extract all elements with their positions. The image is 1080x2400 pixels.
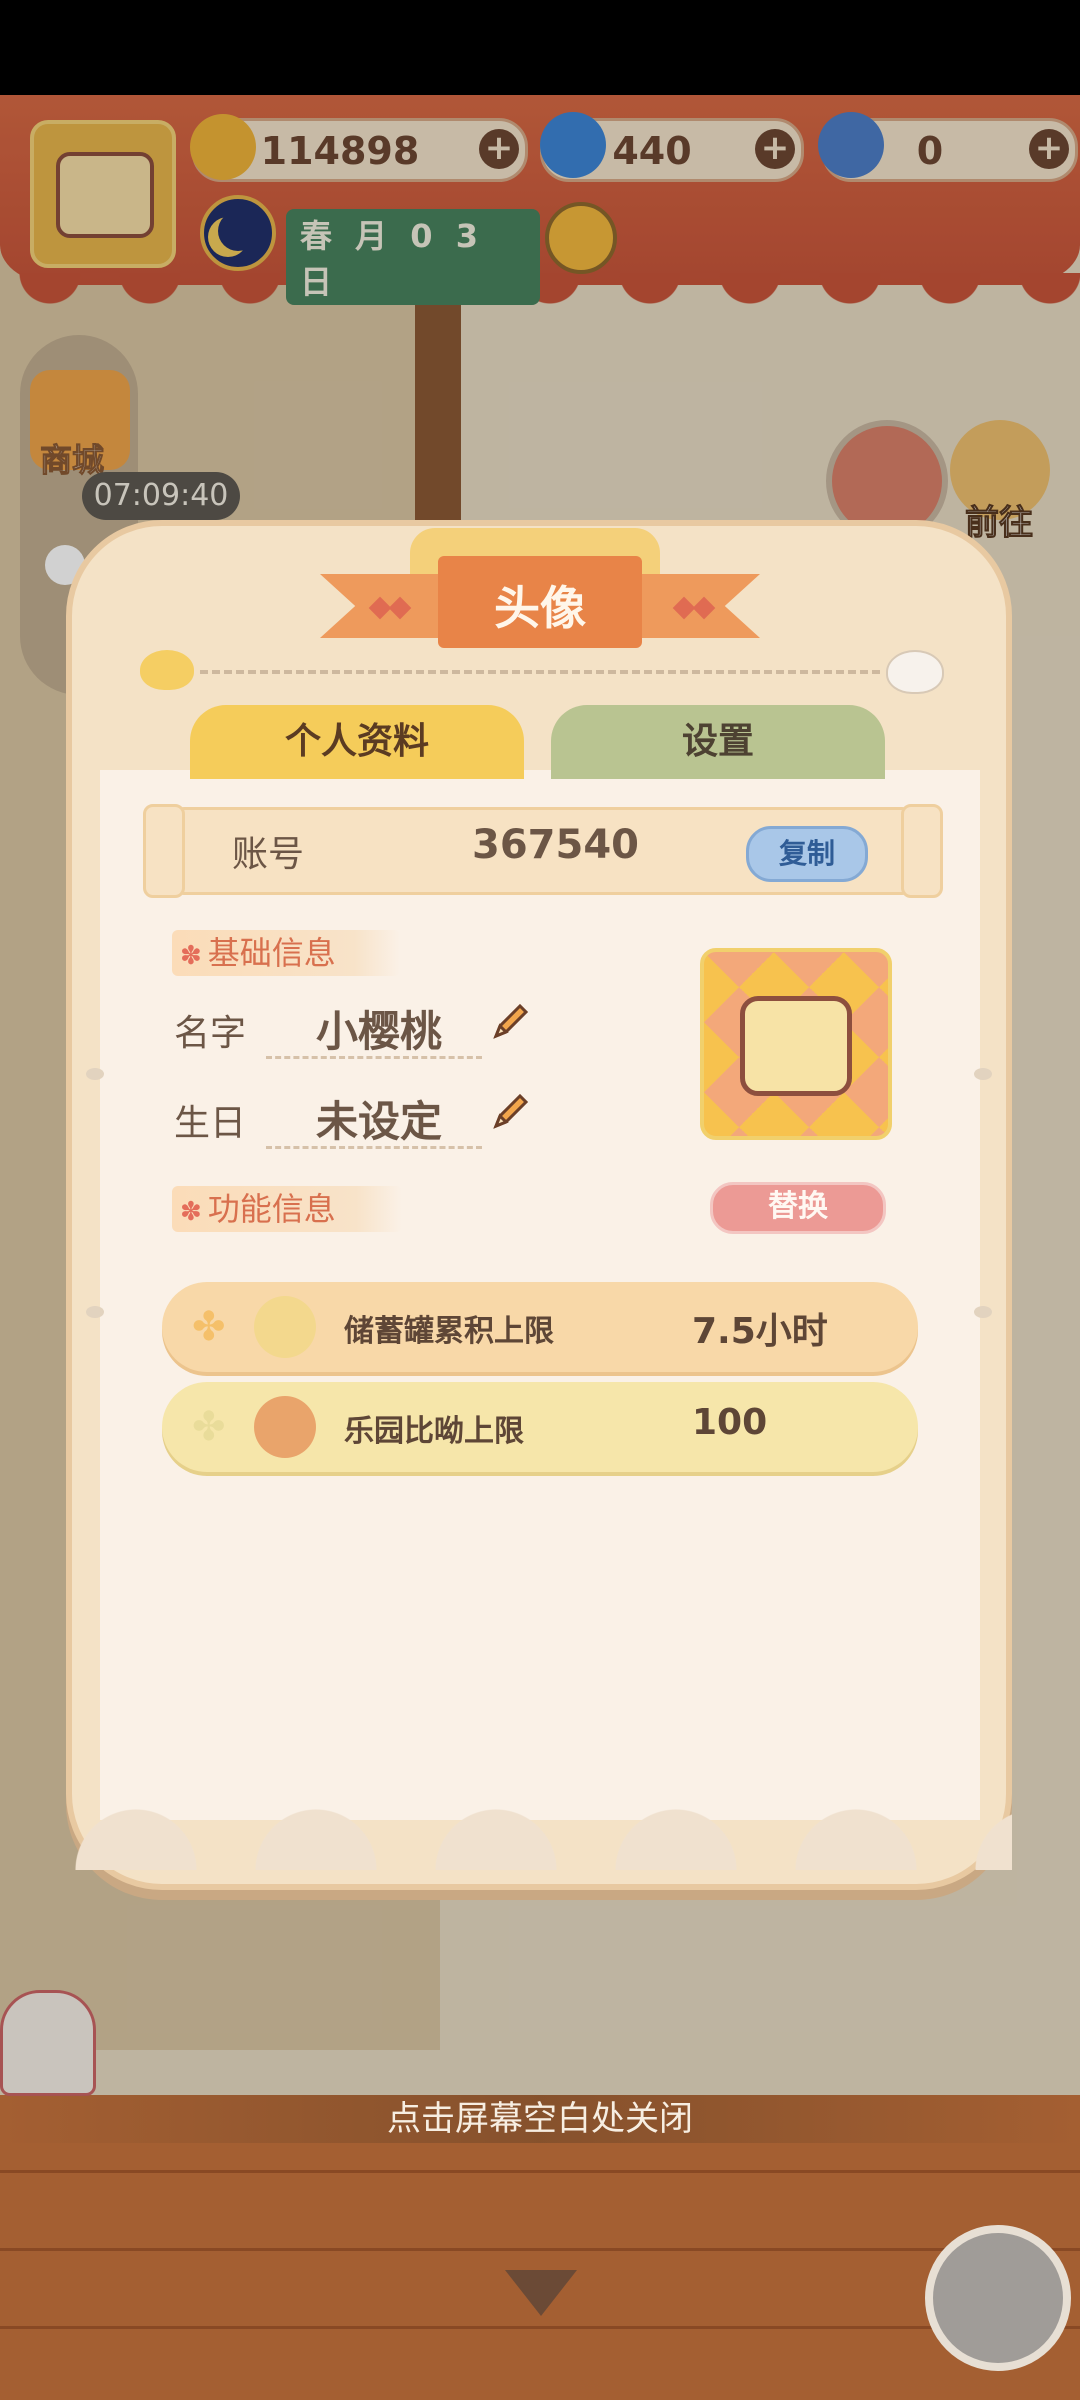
feature-value: 7.5小时 bbox=[692, 1311, 828, 1352]
side-dot bbox=[86, 1068, 104, 1080]
clover-icon: ✤ bbox=[192, 1304, 226, 1350]
feature-row-piggy-bank: ✤ 储蓄罐累积上限 7.5小时 bbox=[162, 1282, 918, 1372]
avatar-preview bbox=[700, 948, 892, 1140]
account-label: 账号 bbox=[232, 834, 305, 875]
edit-name-pencil-icon[interactable] bbox=[488, 1000, 532, 1044]
close-hint[interactable]: 点击屏幕空白处关闭 bbox=[0, 2095, 1080, 2143]
dialog-bottom-wave bbox=[66, 1760, 1012, 1870]
dialog-title: 头像 bbox=[494, 581, 586, 635]
yellow-chick-icon bbox=[140, 650, 194, 690]
clover-icon: ✤ bbox=[192, 1404, 226, 1450]
tab-profile[interactable]: 个人资料 bbox=[190, 705, 524, 779]
birthday-label: 生日 bbox=[174, 1103, 247, 1144]
cat-pair-icon bbox=[254, 1396, 316, 1458]
tab-settings[interactable]: 设置 bbox=[551, 705, 885, 779]
copy-button[interactable]: 复制 bbox=[746, 826, 868, 882]
feature-row-park: ✤ 乐园比呦上限 100 bbox=[162, 1382, 918, 1472]
feature-info-header: ✽ 功能信息 bbox=[172, 1186, 402, 1232]
name-label: 名字 bbox=[174, 1013, 247, 1054]
feature-info-title: 功能信息 bbox=[207, 1190, 336, 1228]
white-chick-icon bbox=[886, 650, 944, 694]
edit-birthday-pencil-icon[interactable] bbox=[488, 1090, 532, 1134]
yarn-ball-icon[interactable] bbox=[925, 2225, 1071, 2371]
basic-info-header: ✽ 基础信息 bbox=[172, 930, 400, 976]
piggy-bank-cow-icon bbox=[254, 1296, 316, 1358]
feature-value: 100 bbox=[692, 1402, 768, 1443]
account-id: 367540 bbox=[472, 822, 639, 868]
birthday-underline bbox=[266, 1146, 482, 1149]
side-dot bbox=[974, 1306, 992, 1318]
basic-info-title: 基础信息 bbox=[207, 934, 336, 972]
collapse-arrow-icon[interactable] bbox=[505, 2270, 577, 2316]
cat-avatar-icon bbox=[740, 996, 852, 1096]
divider bbox=[200, 670, 880, 674]
swap-avatar-button[interactable]: 替换 bbox=[710, 1182, 886, 1234]
feature-label: 储蓄罐累积上限 bbox=[344, 1314, 554, 1349]
side-dot bbox=[86, 1306, 104, 1318]
feature-label: 乐园比呦上限 bbox=[344, 1414, 524, 1449]
clover-icon: ✽ bbox=[180, 941, 202, 971]
name-underline bbox=[266, 1056, 482, 1059]
birthday-value: 未设定 bbox=[316, 1097, 443, 1146]
clover-icon: ✽ bbox=[180, 1197, 202, 1227]
side-dot bbox=[974, 1068, 992, 1080]
name-value: 小樱桃 bbox=[316, 1007, 443, 1056]
status-bar bbox=[0, 0, 1080, 95]
